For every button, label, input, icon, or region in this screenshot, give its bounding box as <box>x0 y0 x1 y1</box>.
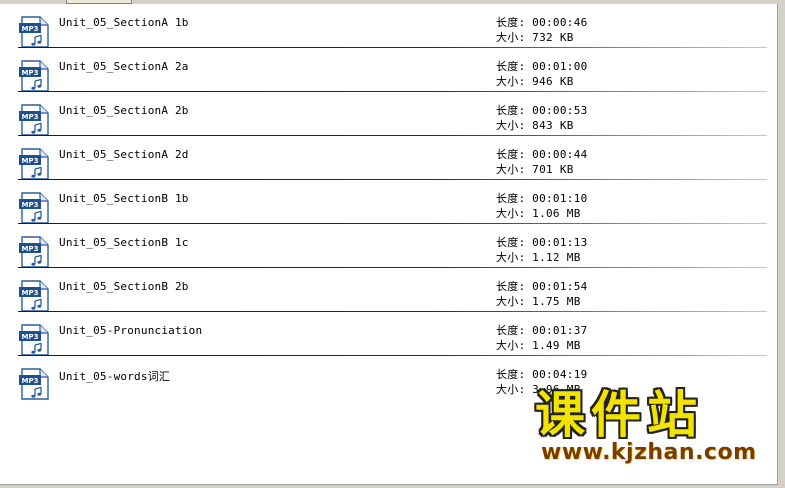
length-value: 00:01:37 <box>532 324 588 337</box>
size-label: 大小: <box>496 75 526 88</box>
file-name: Unit_05_SectionB 1c <box>59 236 189 249</box>
length-value: 00:01:00 <box>532 60 588 73</box>
file-info: 长度: 00:01:54 大小: 1.75 MB <box>496 279 588 309</box>
mp3-file-icon: MP3 <box>19 104 49 136</box>
file-name: Unit_05_SectionA 2d <box>59 148 189 161</box>
list-item[interactable]: MP3 Unit_05_SectionA 2b 长度: 00:00:53 大小:… <box>0 92 777 136</box>
length-label: 长度: <box>496 324 526 337</box>
file-info: 长度: 00:00:44 大小: 701 KB <box>496 147 588 177</box>
size-label: 大小: <box>496 207 526 220</box>
svg-text:MP3: MP3 <box>22 377 39 385</box>
file-info: 长度: 00:01:10 大小: 1.06 MB <box>496 191 588 221</box>
length-label: 长度: <box>496 60 526 73</box>
file-info: 长度: 00:01:00 大小: 946 KB <box>496 59 588 89</box>
length-value: 00:00:46 <box>532 16 588 29</box>
size-value: 1.12 MB <box>532 251 581 264</box>
length-label: 长度: <box>496 192 526 205</box>
size-label: 大小: <box>496 251 526 264</box>
file-info: 长度: 00:00:46 大小: 732 KB <box>496 15 588 45</box>
length-value: 00:01:13 <box>532 236 588 249</box>
list-item[interactable]: MP3 Unit_05_SectionB 2b 长度: 00:01:54 大小:… <box>0 268 777 312</box>
list-item[interactable]: MP3 Unit_05_SectionB 1c 长度: 00:01:13 大小:… <box>0 224 777 268</box>
list-item[interactable]: MP3 Unit_05_SectionA 2a 长度: 00:01:00 大小:… <box>0 48 777 92</box>
file-name: Unit_05_SectionA 2b <box>59 104 189 117</box>
length-label: 长度: <box>496 280 526 293</box>
svg-text:MP3: MP3 <box>22 157 39 165</box>
watermark-chinese-text: 课件站 <box>535 386 703 444</box>
list-item[interactable]: MP3 Unit_05-Pronunciation 长度: 00:01:37 大… <box>0 312 777 356</box>
list-item[interactable]: MP3 Unit_05_SectionA 2d 长度: 00:00:44 大小:… <box>0 136 777 180</box>
mp3-file-icon: MP3 <box>19 16 49 48</box>
mp3-file-icon: MP3 <box>19 192 49 224</box>
watermark-logo: 课件站 www.kjzhan.com <box>535 388 775 472</box>
size-value: 701 KB <box>532 163 574 176</box>
length-value: 00:00:44 <box>532 148 588 161</box>
length-value: 00:04:19 <box>532 368 588 381</box>
mp3-file-icon: MP3 <box>19 324 49 356</box>
svg-text:MP3: MP3 <box>22 113 39 121</box>
file-name: Unit_05_SectionA 2a <box>59 60 189 73</box>
size-value: 946 KB <box>532 75 574 88</box>
svg-text:MP3: MP3 <box>22 25 39 33</box>
file-info: 长度: 00:00:53 大小: 843 KB <box>496 103 588 133</box>
watermark-url-text: www.kjzhan.com <box>541 440 757 465</box>
file-info: 长度: 00:01:13 大小: 1.12 MB <box>496 235 588 265</box>
svg-text:MP3: MP3 <box>22 69 39 77</box>
file-name: Unit_05_SectionA 1b <box>59 16 189 29</box>
file-name: Unit_05-words词汇 <box>59 370 171 383</box>
size-value: 1.75 MB <box>532 295 581 308</box>
length-label: 长度: <box>496 236 526 249</box>
length-label: 长度: <box>496 16 526 29</box>
svg-text:MP3: MP3 <box>22 289 39 297</box>
length-value: 00:00:53 <box>532 104 588 117</box>
file-info: 长度: 00:01:37 大小: 1.49 MB <box>496 323 588 353</box>
file-name: Unit_05_SectionB 1b <box>59 192 189 205</box>
mp3-file-icon: MP3 <box>19 280 49 312</box>
file-name: Unit_05_SectionB 2b <box>59 280 189 293</box>
size-label: 大小: <box>496 163 526 176</box>
list-item[interactable]: MP3 Unit_05_SectionB 1b 长度: 00:01:10 大小:… <box>0 180 777 224</box>
svg-text:MP3: MP3 <box>22 245 39 253</box>
svg-text:MP3: MP3 <box>22 333 39 341</box>
mp3-file-icon: MP3 <box>19 148 49 180</box>
size-value: 732 KB <box>532 31 574 44</box>
svg-text:MP3: MP3 <box>22 201 39 209</box>
length-label: 长度: <box>496 104 526 117</box>
length-label: 长度: <box>496 148 526 161</box>
length-value: 00:01:10 <box>532 192 588 205</box>
size-label: 大小: <box>496 119 526 132</box>
list-item[interactable]: MP3 Unit_05_SectionA 1b 长度: 00:00:46 大小:… <box>0 4 777 48</box>
size-value: 1.06 MB <box>532 207 581 220</box>
length-label: 长度: <box>496 368 526 381</box>
size-label: 大小: <box>496 383 526 396</box>
size-value: 1.49 MB <box>532 339 581 352</box>
length-value: 00:01:54 <box>532 280 588 293</box>
mp3-file-icon: MP3 <box>19 60 49 92</box>
mp3-file-icon: MP3 <box>19 236 49 268</box>
mp3-file-icon: MP3 <box>19 368 49 400</box>
size-value: 843 KB <box>532 119 574 132</box>
file-name: Unit_05-Pronunciation <box>59 324 203 337</box>
size-label: 大小: <box>496 295 526 308</box>
size-label: 大小: <box>496 339 526 352</box>
size-label: 大小: <box>496 31 526 44</box>
